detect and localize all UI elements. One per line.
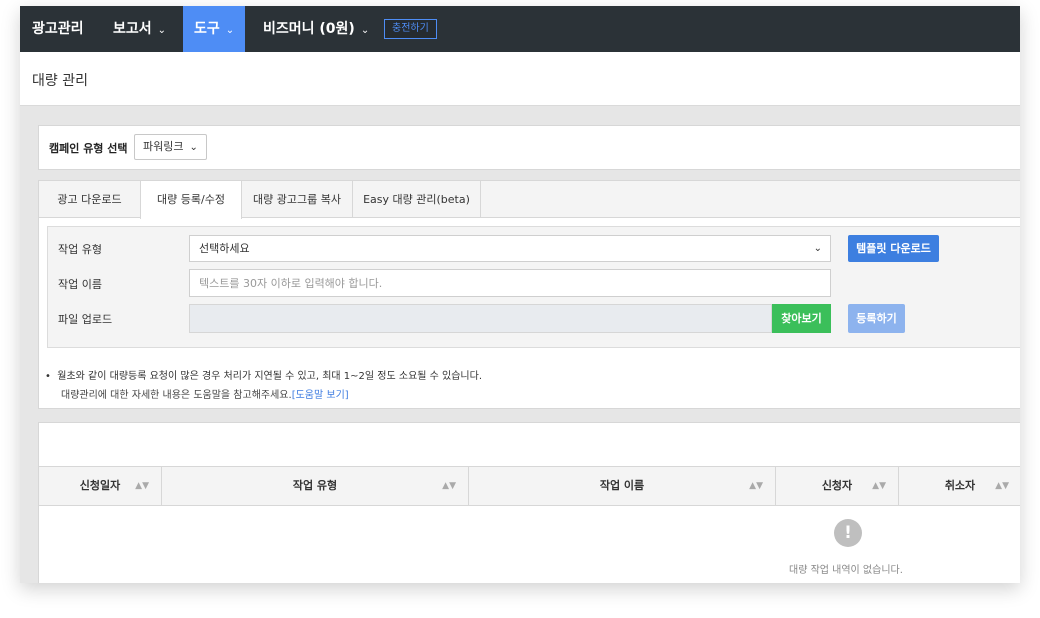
bullet-icon: • — [45, 371, 51, 382]
chevron-down-icon: ⌄ — [157, 25, 167, 36]
file-upload-label: 파일 업로드 — [58, 313, 113, 326]
work-type-value: 선택하세요 — [199, 242, 250, 255]
column-label: 신청일자 — [79, 479, 121, 492]
template-download-button[interactable]: 템플릿 다운로드 — [848, 235, 939, 262]
nav-tools-label: 도구 — [194, 21, 220, 37]
tab-ad-download[interactable]: 광고 다운로드 — [39, 181, 141, 218]
column-work-name[interactable]: 작업 이름 ▲▼ — [469, 467, 776, 505]
notice-line-2: 대량관리에 대한 자세한 내용은 도움말을 참고해주세요.[도움말 보기] — [61, 386, 349, 401]
work-name-label: 작업 이름 — [58, 278, 102, 291]
help-link[interactable]: [도움말 보기] — [292, 390, 349, 401]
campaign-type-select[interactable]: 파워링크 ⌄ — [134, 134, 207, 160]
empty-message: 대량 작업 내역이 없습니다. — [789, 565, 903, 576]
tab-bulk-register[interactable]: 대량 등록/수정 — [140, 181, 242, 219]
page-title: 대량 관리 — [32, 73, 88, 89]
chevron-down-icon: ⌄ — [360, 25, 370, 36]
campaign-type-value: 파워링크 — [143, 140, 184, 153]
column-work-type[interactable]: 작업 유형 ▲▼ — [162, 467, 469, 505]
nav-report-label: 보고서 — [113, 21, 152, 37]
column-label: 작업 이름 — [599, 479, 645, 492]
charge-button[interactable]: 충전하기 — [384, 19, 437, 39]
job-history-panel: 신청일자 ▲▼ 작업 유형 ▲▼ 작업 이름 ▲▼ 신청자 ▲▼ 취소자 ▲▼ ! 대량 … — [38, 422, 1020, 583]
column-request-date[interactable]: 신청일자 ▲▼ — [39, 467, 162, 505]
browse-button[interactable]: 찾아보기 — [772, 304, 831, 333]
sort-icon: ▲▼ — [442, 481, 456, 491]
nav-bizmoney-menu[interactable]: 비즈머니 (0원) ⌄ — [263, 6, 369, 52]
work-name-input[interactable]: 텍스트를 30자 이하로 입력해야 합니다. — [189, 269, 831, 297]
tab-adgroup-copy[interactable]: 대량 광고그룹 복사 — [242, 181, 353, 218]
campaign-type-bar: 캠페인 유형 선택 파워링크 ⌄ — [38, 125, 1020, 170]
work-type-select[interactable]: 선택하세요 ⌄ — [189, 235, 831, 262]
sort-icon: ▲▼ — [749, 481, 763, 491]
tab-bar: 광고 다운로드 대량 등록/수정 대량 광고그룹 복사 Easy 대량 관리(b… — [39, 181, 1020, 219]
app-window: 광고관리 보고서 ⌄ 도구 ⌄ 비즈머니 (0원) ⌄ 충전하기 대량 관리 캠페인 … — [20, 6, 1020, 583]
bulk-form: 작업 유형 선택하세요 ⌄ 템플릿 다운로드 작업 이름 텍스트를 30자 이하로… — [47, 226, 1020, 348]
top-navigation: 광고관리 보고서 ⌄ 도구 ⌄ 비즈머니 (0원) ⌄ 충전하기 — [20, 6, 1020, 52]
notice-text-2: 대량관리에 대한 자세한 내용은 도움말을 참고해주세요. — [61, 390, 292, 401]
file-path-field[interactable] — [189, 304, 772, 333]
nav-tools-menu[interactable]: 도구 ⌄ — [183, 6, 246, 52]
notice-text-1: 월초와 같이 대량등록 요청이 많은 경우 처리가 지연될 수 있고, 최대 1… — [57, 371, 483, 382]
work-type-label: 작업 유형 — [58, 243, 102, 256]
exclamation-icon: ! — [834, 519, 862, 547]
table-header: 신청일자 ▲▼ 작업 유형 ▲▼ 작업 이름 ▲▼ 신청자 ▲▼ 취소자 ▲▼ — [39, 466, 1020, 506]
nav-brand[interactable]: 광고관리 — [32, 6, 84, 52]
nav-brand-label: 광고관리 — [32, 21, 84, 37]
column-label: 취소자 — [944, 479, 976, 492]
bulk-management-panel: 광고 다운로드 대량 등록/수정 대량 광고그룹 복사 Easy 대량 관리(b… — [38, 180, 1020, 409]
tab-easy-bulk[interactable]: Easy 대량 관리(beta) — [353, 181, 481, 218]
sort-icon: ▲▼ — [995, 481, 1009, 491]
sort-icon: ▲▼ — [872, 481, 886, 491]
column-label: 신청자 — [821, 479, 853, 492]
nav-report-menu[interactable]: 보고서 ⌄ — [113, 6, 166, 52]
sort-icon: ▲▼ — [135, 481, 149, 491]
page-header: 대량 관리 — [20, 52, 1020, 106]
notice-line-1: • 월초와 같이 대량등록 요청이 많은 경우 처리가 지연될 수 있고, 최대… — [45, 367, 482, 382]
column-canceller[interactable]: 취소자 ▲▼ — [899, 467, 1020, 505]
column-requester[interactable]: 신청자 ▲▼ — [776, 467, 899, 505]
nav-bizmoney-label: 비즈머니 (0원) — [263, 21, 355, 37]
column-label: 작업 유형 — [292, 479, 338, 492]
chevron-down-icon: ⌄ — [189, 142, 198, 153]
register-button[interactable]: 등록하기 — [848, 304, 905, 333]
campaign-type-label: 캠페인 유형 선택 — [49, 142, 128, 155]
chevron-down-icon: ⌄ — [225, 25, 235, 36]
chevron-down-icon: ⌄ — [813, 243, 822, 254]
